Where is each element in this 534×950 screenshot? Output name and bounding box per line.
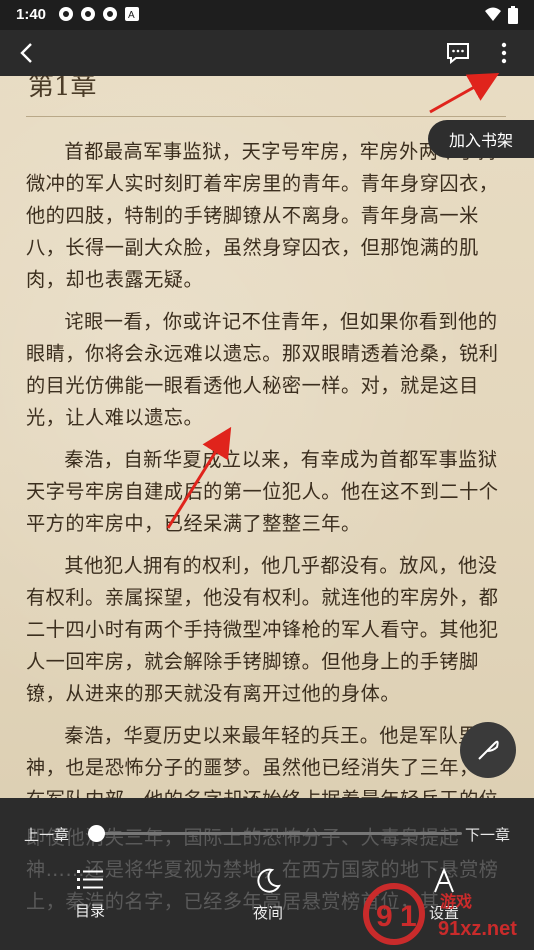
next-chapter-button[interactable]: 下一章 <box>465 824 510 845</box>
app-notification-icon <box>80 6 96 22</box>
paragraph: 秦浩，华夏历史以来最年轻的兵王。他是军队里的神，也是恐怖分子的噩梦。虽然他已经消… <box>26 724 498 798</box>
paragraph: 其他犯人拥有的权利，他几乎都没有。放风，他没有权利。亲属探望，他没有权利。就连他… <box>26 554 499 705</box>
night-label: 夜间 <box>252 904 283 922</box>
reading-page[interactable]: 第1章 首都最高军事监狱，天字号牢房，牢房外两个手持微冲的军人实时刻盯着牢房里的… <box>0 76 534 798</box>
chapter-divider <box>26 116 506 117</box>
svg-text:1: 1 <box>400 900 417 933</box>
svg-text:9: 9 <box>376 900 393 933</box>
list-icon <box>77 870 103 889</box>
svg-text:A: A <box>128 10 135 21</box>
progress-slider-knob[interactable] <box>88 825 105 842</box>
status-system-icons <box>484 6 518 28</box>
toc-label: 目录 <box>74 902 105 920</box>
reader-top-toolbar <box>0 30 534 76</box>
write-note-button[interactable] <box>460 722 516 778</box>
paragraph: 秦浩，自新华夏成立以来，有幸成为首都军事监狱天字号牢房自建成后的第一位犯人。他在… <box>26 448 499 535</box>
watermark-tag: 游戏 <box>440 892 473 911</box>
battery-icon <box>508 6 518 28</box>
status-notification-icons: A <box>58 6 140 22</box>
watermark-logo: 9 1 游戏 91xz.net <box>360 880 530 950</box>
feather-pen-icon <box>478 740 499 760</box>
paragraph: 诧眼一看，你或许记不住青年，但如果你看到他的眼睛，你将会永远难以遗忘。那双眼睛透… <box>26 310 499 429</box>
a-notification-icon: A <box>124 6 140 22</box>
paragraph: 首都最高军事监狱，天字号牢房，牢房外两个手持微冲的军人实时刻盯着牢房里的青年。青… <box>26 140 499 291</box>
wifi-icon <box>484 6 502 28</box>
comment-icon <box>447 43 469 64</box>
status-bar: 1:40 A <box>0 0 534 30</box>
chapter-progress-slider[interactable] <box>96 832 462 835</box>
prev-chapter-button[interactable]: 上一章 <box>24 824 69 845</box>
app-notification-icon <box>102 6 118 22</box>
more-options-button[interactable] <box>486 36 522 70</box>
status-time: 1:40 <box>16 6 47 23</box>
moon-icon <box>257 868 281 893</box>
night-mode-button[interactable]: 夜间 <box>228 868 308 938</box>
toc-button[interactable]: 目录 <box>50 868 130 938</box>
app-notification-icon <box>58 6 74 22</box>
watermark-brand: 91xz.net <box>438 918 517 940</box>
logo-mark-icon: 9 1 <box>363 883 425 945</box>
comment-button[interactable] <box>440 36 476 70</box>
back-arrow-icon <box>20 43 32 63</box>
back-button[interactable] <box>8 36 44 70</box>
add-to-shelf-button[interactable]: 加入书架 <box>428 120 534 158</box>
chapter-content: 首都最高军事监狱，天字号牢房，牢房外两个手持微冲的军人实时刻盯着牢房里的青年。青… <box>26 136 510 798</box>
chapter-title: 第1章 <box>28 76 97 102</box>
more-vertical-icon <box>501 42 507 64</box>
